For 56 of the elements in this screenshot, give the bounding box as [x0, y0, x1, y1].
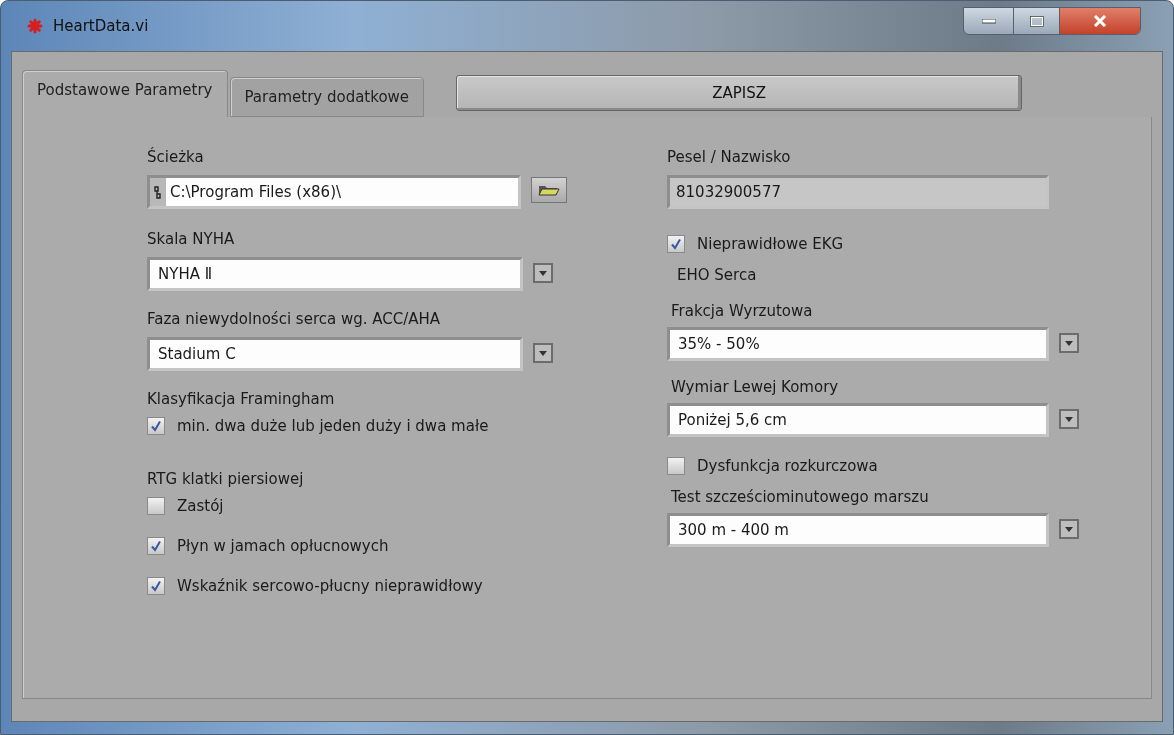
dropdown-button[interactable]: [533, 263, 553, 283]
field-label: Test szcześciominutowego marszu: [670, 487, 930, 507]
checkbox-label: Zastój: [177, 496, 224, 516]
checkbox[interactable]: [667, 235, 685, 253]
save-button[interactable]: ZAPISZ: [456, 75, 1023, 111]
tab[interactable]: Podstawowe Parametry: [22, 70, 228, 117]
checkbox-label: Dysfunkcja rozkurczowa: [697, 456, 878, 476]
dropdown-arrow-icon: [1064, 525, 1074, 533]
checkbox-label: Płyn w jamach opłucnowych: [177, 536, 389, 556]
section-heading: EHO Serca: [676, 265, 758, 285]
field-label: Skala NYHA: [147, 229, 236, 249]
dropdown-field[interactable]: 35% - 50%: [667, 327, 1049, 361]
dropdown-arrow-icon: [1064, 415, 1074, 423]
group-label: Klasyfikacja Framingham: [147, 389, 336, 409]
checkbox-label: min. dwa duże lub jeden duży i dwa małe: [177, 416, 489, 436]
group-label: RTG klatki piersiowej: [147, 469, 305, 489]
browse-button[interactable]: [531, 177, 567, 203]
checkbox[interactable]: [147, 577, 165, 595]
checkbox-label: Wskaźnik sercowo-płucny nieprawidłowy: [177, 576, 483, 596]
checkmark-icon: [150, 420, 162, 432]
window-title: HeartData.vi: [53, 17, 149, 35]
dropdown-field[interactable]: NYHA Ⅱ: [147, 257, 523, 291]
minimize-button[interactable]: [964, 8, 1014, 34]
checkbox[interactable]: [667, 457, 685, 475]
field-label: Faza niewydolności serca wg. ACC/AHA: [147, 309, 442, 329]
checkmark-icon: [670, 238, 682, 250]
checkbox[interactable]: [147, 417, 165, 435]
field-label: Ścieżka: [147, 147, 205, 167]
maximize-button[interactable]: [1014, 8, 1060, 34]
dropdown-arrow-icon: [1064, 339, 1074, 347]
field-label: Pesel / Nazwisko: [667, 147, 792, 167]
dropdown-field[interactable]: 300 m - 400 m: [667, 513, 1049, 547]
dropdown-field[interactable]: Poniżej 5,6 cm: [667, 403, 1049, 437]
path-field[interactable]: C:\Program Files (x86)\: [147, 175, 521, 209]
dropdown-arrow-icon: [538, 349, 548, 357]
dropdown-arrow-icon: [538, 269, 548, 277]
checkmark-icon: [150, 580, 162, 592]
field-label: Wymiar Lewej Komory: [670, 377, 840, 397]
close-button[interactable]: [1060, 8, 1140, 34]
minimize-icon: [981, 18, 996, 24]
maximize-icon: [1029, 15, 1044, 27]
dropdown-button[interactable]: [1059, 333, 1079, 353]
folder-icon: [538, 184, 560, 196]
dropdown-button[interactable]: [1059, 519, 1079, 539]
checkmark-icon: [150, 540, 162, 552]
close-icon: [1093, 15, 1107, 27]
tab[interactable]: Parametry dodatkowe: [229, 77, 425, 117]
path-icon: [154, 185, 162, 199]
checkbox-label: Nieprawidłowe EKG: [697, 234, 844, 254]
checkbox[interactable]: [147, 497, 165, 515]
field-label: Frakcja Wyrzutowa: [670, 301, 814, 321]
dropdown-button[interactable]: [533, 343, 553, 363]
app-icon: [27, 18, 43, 34]
dropdown-field[interactable]: Stadium C: [147, 337, 523, 371]
checkbox[interactable]: [147, 537, 165, 555]
dropdown-button[interactable]: [1059, 409, 1079, 429]
